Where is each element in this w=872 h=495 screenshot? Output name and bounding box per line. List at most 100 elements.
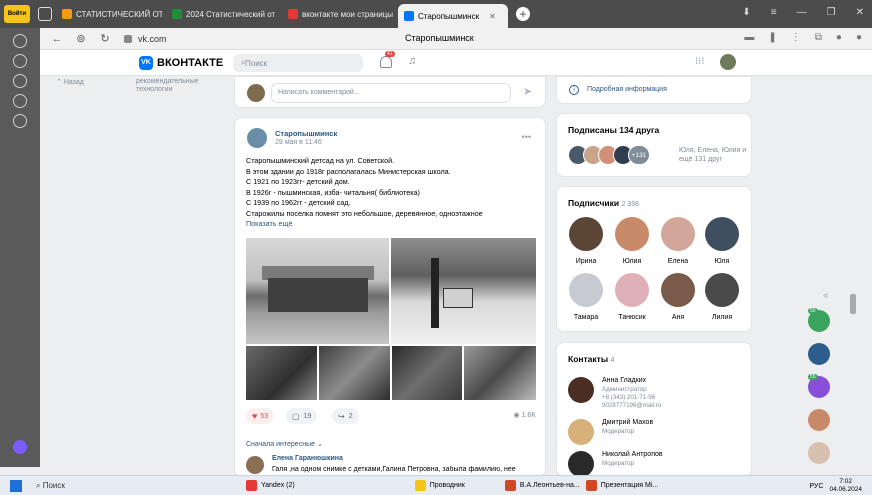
- tab-stat-2024[interactable]: 2024 Статистический от: [166, 3, 278, 25]
- more-icon[interactable]: ⋮: [791, 32, 801, 43]
- tab-stat-report[interactable]: СТАТИСТИЧЕСКИЙ ОТЧ: [56, 3, 162, 25]
- sidebar-chat-icon[interactable]: [13, 114, 27, 128]
- show-more-link[interactable]: Показать ещё: [246, 219, 536, 230]
- detailed-info-link[interactable]: Подробная информация: [587, 86, 667, 93]
- maximize-icon[interactable]: ❐: [827, 7, 836, 18]
- windows-taskbar: ⌕ Поиск Yandex (2) Проводник В.А.Леонтье…: [0, 475, 872, 495]
- group-name[interactable]: Старопышминск: [275, 129, 337, 138]
- start-button[interactable]: [10, 479, 22, 492]
- taskbar-app-ppt2[interactable]: Презентация Mi...: [585, 478, 658, 494]
- yandex-login-button[interactable]: Войти: [4, 5, 30, 23]
- menu-icon[interactable]: ≡: [771, 7, 777, 18]
- subscribers-title[interactable]: Подписчики 2 398: [568, 198, 639, 208]
- address-bar-actions: ▬ ❚ ⋮ ⧉ ● ●: [744, 32, 862, 43]
- photo-4[interactable]: [319, 346, 390, 400]
- search-icon: ⌕: [36, 480, 41, 490]
- user-avatar[interactable]: [720, 54, 736, 70]
- sidebar-notes-icon[interactable]: [13, 74, 27, 88]
- taskbar-app-explorer[interactable]: Проводник: [414, 478, 465, 494]
- extensions-icon[interactable]: ⧉: [815, 32, 822, 43]
- sidebar-calendar-icon[interactable]: [13, 94, 27, 108]
- post-text: Старопышминский детсад на ул. Советской.…: [246, 156, 536, 230]
- post-date[interactable]: 29 мая в 11:46: [275, 139, 322, 146]
- chat-bubble[interactable]: 55: [808, 374, 830, 398]
- lang-indicator[interactable]: РУС: [809, 483, 823, 490]
- share-icon: ↪: [338, 411, 345, 421]
- subscriber-item[interactable]: Аня: [660, 273, 696, 321]
- send-icon[interactable]: ➤: [523, 85, 532, 98]
- page-title: Старопышминск: [405, 33, 474, 43]
- reader-icon[interactable]: ▬: [744, 32, 754, 43]
- profile-icon[interactable]: ●: [836, 32, 842, 43]
- comment-author[interactable]: Елена Гаранюшкина: [272, 455, 343, 462]
- notifications-bell-icon[interactable]: 41: [380, 51, 395, 68]
- chat-bubble[interactable]: [808, 343, 830, 365]
- vk-logo[interactable]: VK ВКОНТАКТЕ: [139, 56, 223, 70]
- chat-bubble[interactable]: [808, 409, 830, 431]
- photo-2[interactable]: [391, 238, 536, 344]
- photo-3[interactable]: [246, 346, 317, 400]
- back-arrow-icon[interactable]: ←: [50, 33, 64, 45]
- share-button[interactable]: ↪ 2: [332, 408, 359, 424]
- vk-ext-icon[interactable]: ●: [856, 32, 862, 43]
- photo-1[interactable]: [246, 238, 389, 344]
- subscriber-item[interactable]: Елена: [660, 217, 696, 265]
- apps-grid-icon[interactable]: ⁝⁝⁝: [695, 56, 705, 67]
- tab-staropyshminsk[interactable]: Старопышминск ✕: [398, 4, 508, 28]
- avatar: [247, 84, 265, 102]
- tab-favicon: [288, 9, 298, 19]
- friends-card[interactable]: Подписаны 134 друга +131 Юля, Елена, Юли…: [556, 113, 752, 177]
- url-text[interactable]: vk.com: [138, 34, 167, 44]
- vk-search-input[interactable]: ⌕ Поиск: [233, 54, 363, 72]
- window-controls: ⬇ ≡ — ❐ ✕: [742, 7, 864, 18]
- subscriber-item[interactable]: Тамара: [568, 273, 604, 321]
- bookmark-icon[interactable]: ❚: [768, 32, 776, 43]
- collapse-chevron-icon[interactable]: «: [823, 290, 829, 301]
- comment-icon: ▢: [292, 411, 300, 421]
- vk-header: VK ВКОНТАКТЕ ⌕ Поиск 41 ♫ ⁝⁝⁝: [40, 50, 872, 76]
- tab-vk-pages[interactable]: вконтакте мои страницы: [282, 3, 394, 25]
- downloads-icon[interactable]: ⬇: [742, 7, 750, 18]
- close-tab-icon[interactable]: ✕: [489, 12, 496, 21]
- taskbar-search[interactable]: ⌕ Поиск: [36, 478, 156, 494]
- avatar: [568, 419, 594, 445]
- contacts-title[interactable]: Контакты 4: [568, 354, 614, 364]
- subscriber-item[interactable]: Юлия: [614, 217, 650, 265]
- taskbar-app-yandex[interactable]: Yandex (2): [246, 478, 295, 494]
- new-tab-button[interactable]: +: [516, 7, 530, 21]
- avatar[interactable]: [246, 456, 264, 474]
- clock[interactable]: 7:02 04.06.2024: [829, 478, 862, 494]
- rec-tech-link[interactable]: рекомендательные технологии: [136, 78, 206, 94]
- reload-icon[interactable]: ↻: [98, 32, 112, 45]
- tabs-menu-icon[interactable]: [38, 7, 52, 21]
- nav-back-link[interactable]: ⌃ Назад: [56, 78, 136, 94]
- photo-6[interactable]: [464, 346, 536, 400]
- music-note-icon[interactable]: ♫: [408, 55, 416, 67]
- tab-favicon: [172, 9, 182, 19]
- chat-bubble[interactable]: 50: [808, 308, 830, 332]
- vk-logo-mark: VK: [139, 56, 153, 70]
- subscriber-item[interactable]: Ирина: [568, 217, 604, 265]
- protect-icon[interactable]: ⊚: [74, 32, 88, 45]
- comment-input[interactable]: Написать комментарий...: [271, 83, 511, 103]
- sidebar-circle-icon[interactable]: [13, 34, 27, 48]
- like-button[interactable]: ♥ 53: [246, 408, 275, 424]
- photo-5[interactable]: [392, 346, 462, 400]
- friends-title: Подписаны 134 друга: [568, 125, 660, 135]
- comment-button[interactable]: ▢ 19: [286, 408, 318, 424]
- chat-bubble[interactable]: [808, 442, 830, 464]
- taskbar-app-ppt1[interactable]: В.А.Леонтьев-на...: [504, 478, 580, 494]
- subscriber-item[interactable]: Танюсик: [614, 273, 650, 321]
- alice-icon[interactable]: [13, 440, 27, 454]
- subscriber-item[interactable]: Юля: [704, 217, 740, 265]
- close-window-icon[interactable]: ✕: [856, 7, 864, 18]
- minimize-icon[interactable]: —: [797, 7, 807, 18]
- chat-bubbles: 50 55: [808, 308, 834, 475]
- system-tray: РУС 7:02 04.06.2024: [809, 478, 862, 494]
- subscriber-item[interactable]: Лилия: [704, 273, 740, 321]
- page-scrollbar[interactable]: [850, 294, 856, 314]
- post-more-icon[interactable]: •••: [522, 132, 531, 142]
- group-avatar[interactable]: [247, 128, 267, 148]
- sidebar-play-icon[interactable]: [13, 54, 27, 68]
- comments-sort[interactable]: Сначала интересные ⌄: [246, 440, 323, 448]
